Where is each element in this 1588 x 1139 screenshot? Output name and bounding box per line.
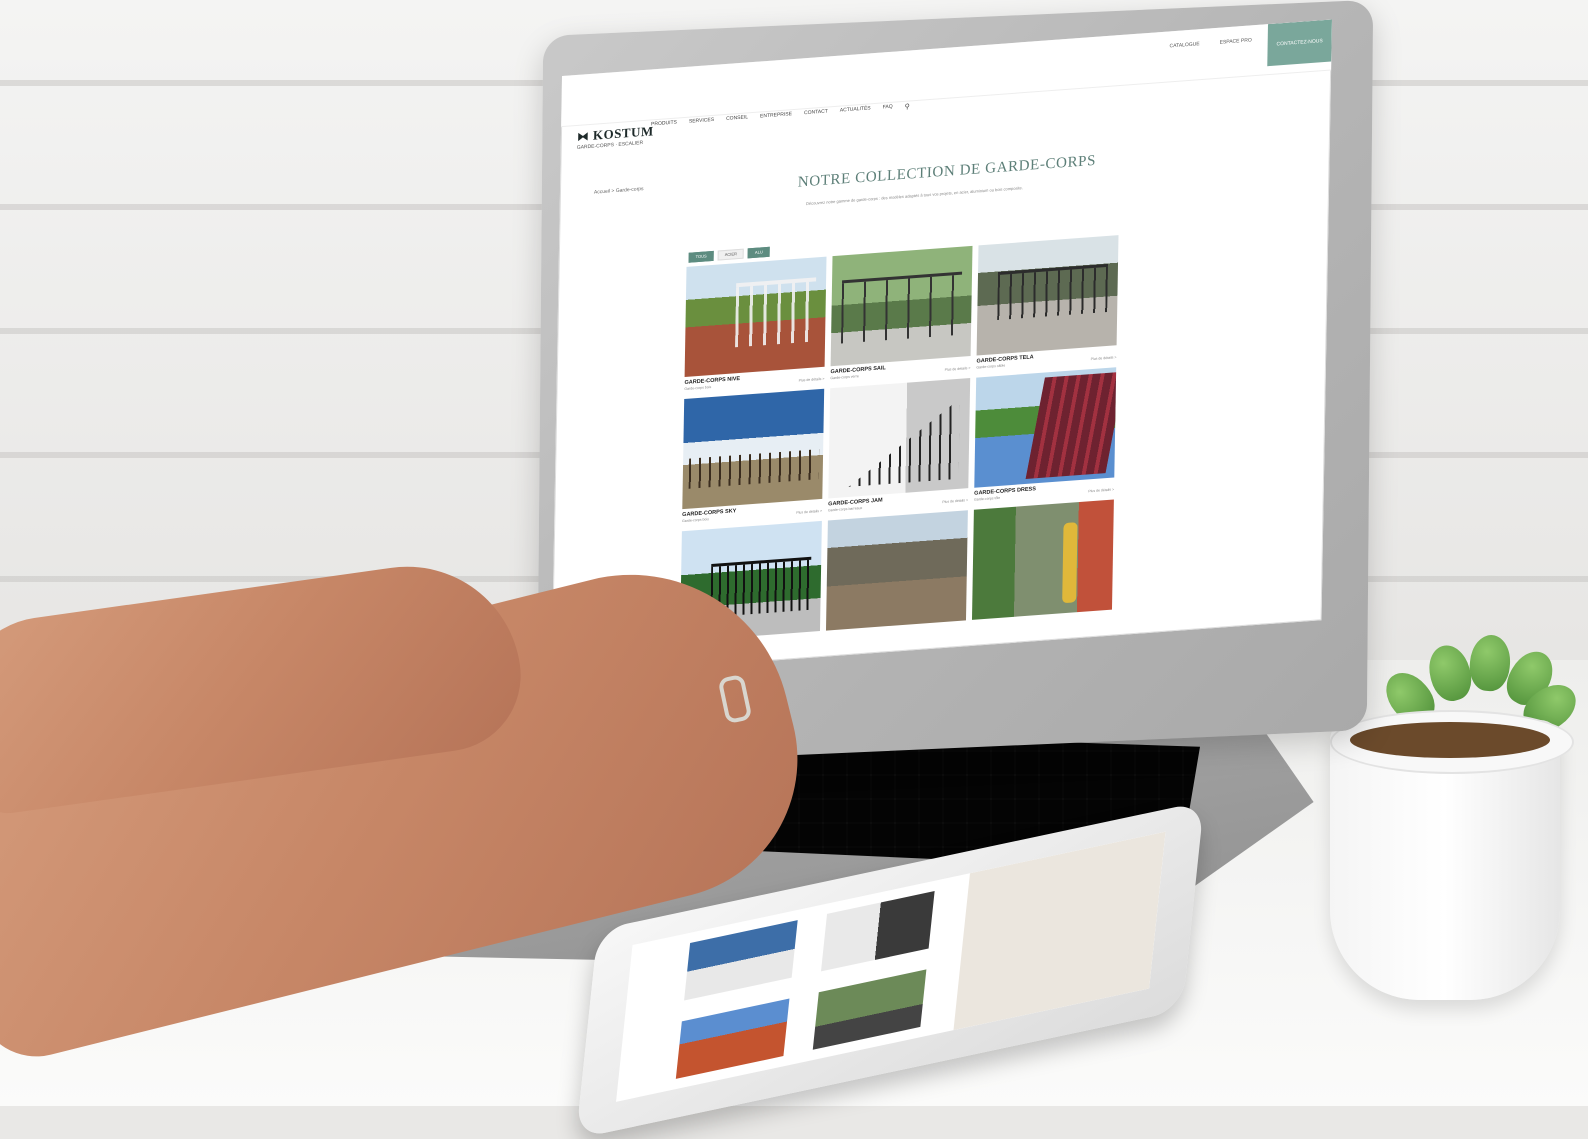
details-link[interactable]: Plus de détails >: [799, 377, 825, 383]
coffee: [1350, 722, 1550, 758]
details-link[interactable]: Plus de détails >: [1091, 355, 1117, 361]
details-link[interactable]: Plus de détails >: [1088, 487, 1114, 493]
product-subtitle: Garde-corps bois: [682, 517, 709, 524]
product-card[interactable]: GARDE-CORPS TELA Garde-corps câble Plus d…: [976, 235, 1119, 370]
nav-item-services[interactable]: SERVICES: [689, 117, 714, 127]
filter-tous[interactable]: TOUS: [688, 250, 714, 263]
product-image[interactable]: [974, 367, 1117, 488]
details-link[interactable]: Plus de détails >: [945, 366, 971, 372]
phone-product-thumb[interactable]: [812, 969, 927, 1050]
details-link[interactable]: Plus de détails >: [796, 509, 822, 515]
search-icon[interactable]: ⚲: [905, 102, 910, 110]
product-subtitle: Garde-corps verre: [830, 374, 859, 381]
product-subtitle: Garde-corps bois: [684, 385, 712, 392]
product-image[interactable]: [828, 378, 971, 499]
bowtie-logo-icon: ⧓: [576, 129, 590, 144]
product-image[interactable]: [825, 510, 968, 631]
product-card[interactable]: GARDE-CORPS JAM Garde-corps barreaux Plus…: [828, 378, 971, 513]
product-image[interactable]: [971, 499, 1114, 620]
product-card[interactable]: GARDE-CORPS DRESS Garde-corps tôle Plus d…: [974, 367, 1117, 502]
product-card[interactable]: GARDE-CORPS NIVE Garde-corps bois Plus de…: [684, 256, 827, 392]
product-image[interactable]: [684, 256, 827, 377]
phone-product-thumb[interactable]: [684, 920, 798, 1001]
filter-acier[interactable]: ACIER: [717, 248, 745, 261]
phone-product-thumb[interactable]: [675, 998, 790, 1079]
details-link[interactable]: Plus de détails >: [942, 498, 968, 504]
product-subtitle: Garde-corps tôle: [974, 495, 1001, 502]
contact-cta-button[interactable]: CONTACTEZ-NOUS: [1267, 19, 1332, 67]
product-card[interactable]: [825, 510, 968, 631]
product-card[interactable]: GARDE-CORPS SAIL Garde-corps verre Plus d…: [830, 245, 973, 381]
nav-item-faq[interactable]: FAQ: [883, 104, 893, 113]
product-grid: GARDE-CORPS NIVE Garde-corps bois Plus de…: [679, 235, 1127, 642]
product-image[interactable]: [682, 388, 825, 510]
nav-item-contact[interactable]: CONTACT: [804, 108, 828, 118]
product-card[interactable]: [971, 499, 1114, 620]
nav-item-produits[interactable]: PRODUITS: [651, 120, 677, 130]
product-image[interactable]: [976, 235, 1119, 356]
nav-item-conseil[interactable]: CONSEIL: [726, 114, 748, 124]
nav-item-actualites[interactable]: ACTUALITÉS: [840, 105, 871, 115]
filter-bar: TOUS ACIER ALU: [688, 246, 770, 263]
breadcrumb[interactable]: Accueil > Garde-corps: [594, 186, 644, 196]
product-subtitle: Garde-corps câble: [976, 363, 1006, 370]
phone-hero-banner: [953, 831, 1166, 1031]
product-card[interactable]: GARDE-CORPS SKY Garde-corps bois Plus de …: [682, 388, 825, 524]
product-image[interactable]: [830, 245, 973, 367]
phone-product-thumb[interactable]: [821, 890, 935, 972]
nav-item-entreprise[interactable]: ENTREPRISE: [760, 111, 792, 121]
filter-alu[interactable]: ALU: [747, 246, 770, 259]
